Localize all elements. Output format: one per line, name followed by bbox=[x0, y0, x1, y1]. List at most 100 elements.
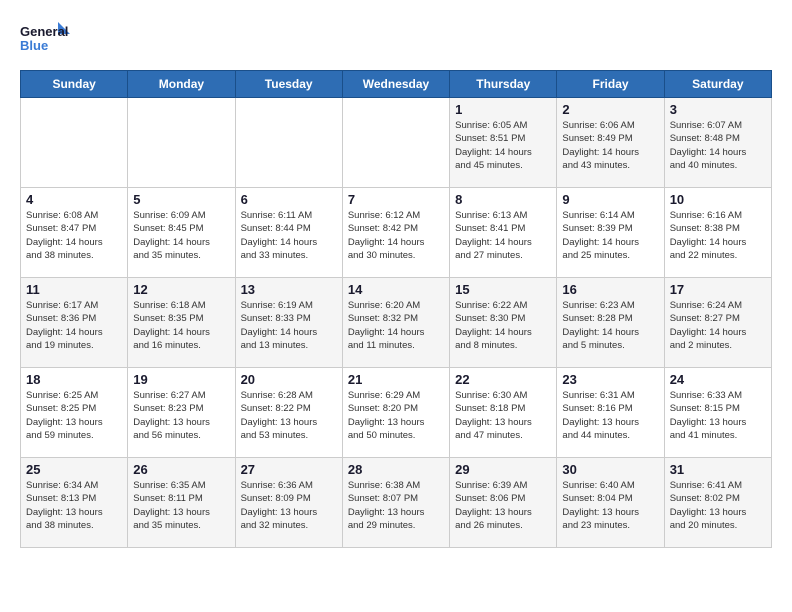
day-info: Sunrise: 6:35 AM Sunset: 8:11 PM Dayligh… bbox=[133, 479, 229, 532]
day-number: 7 bbox=[348, 192, 444, 207]
day-info: Sunrise: 6:38 AM Sunset: 8:07 PM Dayligh… bbox=[348, 479, 444, 532]
day-number: 17 bbox=[670, 282, 766, 297]
calendar-cell: 20 Sunrise: 6:28 AM Sunset: 8:22 PM Dayli… bbox=[235, 368, 342, 458]
day-info: Sunrise: 6:17 AM Sunset: 8:36 PM Dayligh… bbox=[26, 299, 122, 352]
calendar-cell: 5Sunrise: 6:09 AM Sunset: 8:45 PM Daylig… bbox=[128, 188, 235, 278]
calendar-table: SundayMondayTuesdayWednesdayThursdayFrid… bbox=[20, 70, 772, 548]
day-info: Sunrise: 6:27 AM Sunset: 8:23 PM Dayligh… bbox=[133, 389, 229, 442]
day-info: Sunrise: 6:29 AM Sunset: 8:20 PM Dayligh… bbox=[348, 389, 444, 442]
day-info: Sunrise: 6:22 AM Sunset: 8:30 PM Dayligh… bbox=[455, 299, 551, 352]
day-number: 1 bbox=[455, 102, 551, 117]
calendar-cell: 12 Sunrise: 6:18 AM Sunset: 8:35 PM Dayli… bbox=[128, 278, 235, 368]
day-info: Sunrise: 6:39 AM Sunset: 8:06 PM Dayligh… bbox=[455, 479, 551, 532]
day-info: Sunrise: 6:25 AM Sunset: 8:25 PM Dayligh… bbox=[26, 389, 122, 442]
logo: GeneralBlue bbox=[20, 20, 75, 60]
day-info: Sunrise: 6:41 AM Sunset: 8:02 PM Dayligh… bbox=[670, 479, 766, 532]
calendar-cell: 14 Sunrise: 6:20 AM Sunset: 8:32 PM Dayli… bbox=[342, 278, 449, 368]
calendar-cell: 25Sunrise: 6:34 AM Sunset: 8:13 PM Dayli… bbox=[21, 458, 128, 548]
day-number: 15 bbox=[455, 282, 551, 297]
day-info: Sunrise: 6:06 AM Sunset: 8:49 PM Dayligh… bbox=[562, 119, 658, 172]
day-info: Sunrise: 6:34 AM Sunset: 8:13 PM Dayligh… bbox=[26, 479, 122, 532]
calendar-cell: 4 Sunrise: 6:08 AM Sunset: 8:47 PM Daylig… bbox=[21, 188, 128, 278]
weekday-header: Thursday bbox=[450, 71, 557, 98]
day-info: Sunrise: 6:09 AM Sunset: 8:45 PM Dayligh… bbox=[133, 209, 229, 262]
day-number: 19 bbox=[133, 372, 229, 387]
calendar-cell: 30 Sunrise: 6:40 AM Sunset: 8:04 PM Dayli… bbox=[557, 458, 664, 548]
day-number: 4 bbox=[26, 192, 122, 207]
day-info: Sunrise: 6:24 AM Sunset: 8:27 PM Dayligh… bbox=[670, 299, 766, 352]
calendar-cell bbox=[342, 98, 449, 188]
logo-svg: GeneralBlue bbox=[20, 20, 75, 60]
calendar-cell: 3Sunrise: 6:07 AM Sunset: 8:48 PM Daylig… bbox=[664, 98, 771, 188]
calendar-cell: 22 Sunrise: 6:30 AM Sunset: 8:18 PM Dayli… bbox=[450, 368, 557, 458]
calendar-cell: 28Sunrise: 6:38 AM Sunset: 8:07 PM Dayli… bbox=[342, 458, 449, 548]
calendar-cell: 10 Sunrise: 6:16 AM Sunset: 8:38 PM Dayli… bbox=[664, 188, 771, 278]
weekday-header: Saturday bbox=[664, 71, 771, 98]
day-number: 29 bbox=[455, 462, 551, 477]
weekday-header: Wednesday bbox=[342, 71, 449, 98]
day-info: Sunrise: 6:20 AM Sunset: 8:32 PM Dayligh… bbox=[348, 299, 444, 352]
calendar-cell: 16Sunrise: 6:23 AM Sunset: 8:28 PM Dayli… bbox=[557, 278, 664, 368]
calendar-cell: 15 Sunrise: 6:22 AM Sunset: 8:30 PM Dayli… bbox=[450, 278, 557, 368]
day-info: Sunrise: 6:33 AM Sunset: 8:15 PM Dayligh… bbox=[670, 389, 766, 442]
day-info: Sunrise: 6:40 AM Sunset: 8:04 PM Dayligh… bbox=[562, 479, 658, 532]
calendar-cell: 11 Sunrise: 6:17 AM Sunset: 8:36 PM Dayli… bbox=[21, 278, 128, 368]
day-info: Sunrise: 6:16 AM Sunset: 8:38 PM Dayligh… bbox=[670, 209, 766, 262]
day-info: Sunrise: 6:36 AM Sunset: 8:09 PM Dayligh… bbox=[241, 479, 337, 532]
svg-text:General: General bbox=[20, 24, 68, 39]
calendar-cell: 18 Sunrise: 6:25 AM Sunset: 8:25 PM Dayli… bbox=[21, 368, 128, 458]
day-info: Sunrise: 6:12 AM Sunset: 8:42 PM Dayligh… bbox=[348, 209, 444, 262]
calendar-cell: 24 Sunrise: 6:33 AM Sunset: 8:15 PM Dayli… bbox=[664, 368, 771, 458]
day-number: 11 bbox=[26, 282, 122, 297]
day-number: 23 bbox=[562, 372, 658, 387]
svg-text:Blue: Blue bbox=[20, 38, 48, 53]
day-number: 26 bbox=[133, 462, 229, 477]
calendar-cell bbox=[21, 98, 128, 188]
calendar-cell: 27 Sunrise: 6:36 AM Sunset: 8:09 PM Dayli… bbox=[235, 458, 342, 548]
day-number: 14 bbox=[348, 282, 444, 297]
day-info: Sunrise: 6:23 AM Sunset: 8:28 PM Dayligh… bbox=[562, 299, 658, 352]
calendar-cell: 6 Sunrise: 6:11 AM Sunset: 8:44 PM Daylig… bbox=[235, 188, 342, 278]
calendar-cell: 17 Sunrise: 6:24 AM Sunset: 8:27 PM Dayli… bbox=[664, 278, 771, 368]
calendar-cell: 29 Sunrise: 6:39 AM Sunset: 8:06 PM Dayli… bbox=[450, 458, 557, 548]
day-info: Sunrise: 6:05 AM Sunset: 8:51 PM Dayligh… bbox=[455, 119, 551, 172]
weekday-header: Tuesday bbox=[235, 71, 342, 98]
day-info: Sunrise: 6:13 AM Sunset: 8:41 PM Dayligh… bbox=[455, 209, 551, 262]
day-number: 22 bbox=[455, 372, 551, 387]
day-number: 10 bbox=[670, 192, 766, 207]
day-number: 27 bbox=[241, 462, 337, 477]
day-number: 31 bbox=[670, 462, 766, 477]
day-number: 20 bbox=[241, 372, 337, 387]
weekday-header: Friday bbox=[557, 71, 664, 98]
calendar-cell: 26 Sunrise: 6:35 AM Sunset: 8:11 PM Dayli… bbox=[128, 458, 235, 548]
day-info: Sunrise: 6:14 AM Sunset: 8:39 PM Dayligh… bbox=[562, 209, 658, 262]
calendar-cell: 13 Sunrise: 6:19 AM Sunset: 8:33 PM Dayli… bbox=[235, 278, 342, 368]
calendar-cell: 1 Sunrise: 6:05 AM Sunset: 8:51 PM Daylig… bbox=[450, 98, 557, 188]
day-number: 30 bbox=[562, 462, 658, 477]
weekday-header: Sunday bbox=[21, 71, 128, 98]
day-number: 12 bbox=[133, 282, 229, 297]
day-number: 18 bbox=[26, 372, 122, 387]
day-info: Sunrise: 6:30 AM Sunset: 8:18 PM Dayligh… bbox=[455, 389, 551, 442]
day-info: Sunrise: 6:11 AM Sunset: 8:44 PM Dayligh… bbox=[241, 209, 337, 262]
day-number: 24 bbox=[670, 372, 766, 387]
calendar-cell: 21 Sunrise: 6:29 AM Sunset: 8:20 PM Dayli… bbox=[342, 368, 449, 458]
day-number: 3 bbox=[670, 102, 766, 117]
day-number: 21 bbox=[348, 372, 444, 387]
calendar-cell: 9Sunrise: 6:14 AM Sunset: 8:39 PM Daylig… bbox=[557, 188, 664, 278]
calendar-cell: 7 Sunrise: 6:12 AM Sunset: 8:42 PM Daylig… bbox=[342, 188, 449, 278]
calendar-header: SundayMondayTuesdayWednesdayThursdayFrid… bbox=[21, 71, 772, 98]
calendar-cell: 23 Sunrise: 6:31 AM Sunset: 8:16 PM Dayli… bbox=[557, 368, 664, 458]
day-info: Sunrise: 6:19 AM Sunset: 8:33 PM Dayligh… bbox=[241, 299, 337, 352]
day-number: 8 bbox=[455, 192, 551, 207]
day-info: Sunrise: 6:31 AM Sunset: 8:16 PM Dayligh… bbox=[562, 389, 658, 442]
calendar-cell: 31 Sunrise: 6:41 AM Sunset: 8:02 PM Dayli… bbox=[664, 458, 771, 548]
day-number: 6 bbox=[241, 192, 337, 207]
calendar-cell: 8 Sunrise: 6:13 AM Sunset: 8:41 PM Daylig… bbox=[450, 188, 557, 278]
day-info: Sunrise: 6:18 AM Sunset: 8:35 PM Dayligh… bbox=[133, 299, 229, 352]
day-info: Sunrise: 6:08 AM Sunset: 8:47 PM Dayligh… bbox=[26, 209, 122, 262]
calendar-cell bbox=[128, 98, 235, 188]
day-info: Sunrise: 6:28 AM Sunset: 8:22 PM Dayligh… bbox=[241, 389, 337, 442]
day-number: 13 bbox=[241, 282, 337, 297]
calendar-cell: 19 Sunrise: 6:27 AM Sunset: 8:23 PM Dayli… bbox=[128, 368, 235, 458]
